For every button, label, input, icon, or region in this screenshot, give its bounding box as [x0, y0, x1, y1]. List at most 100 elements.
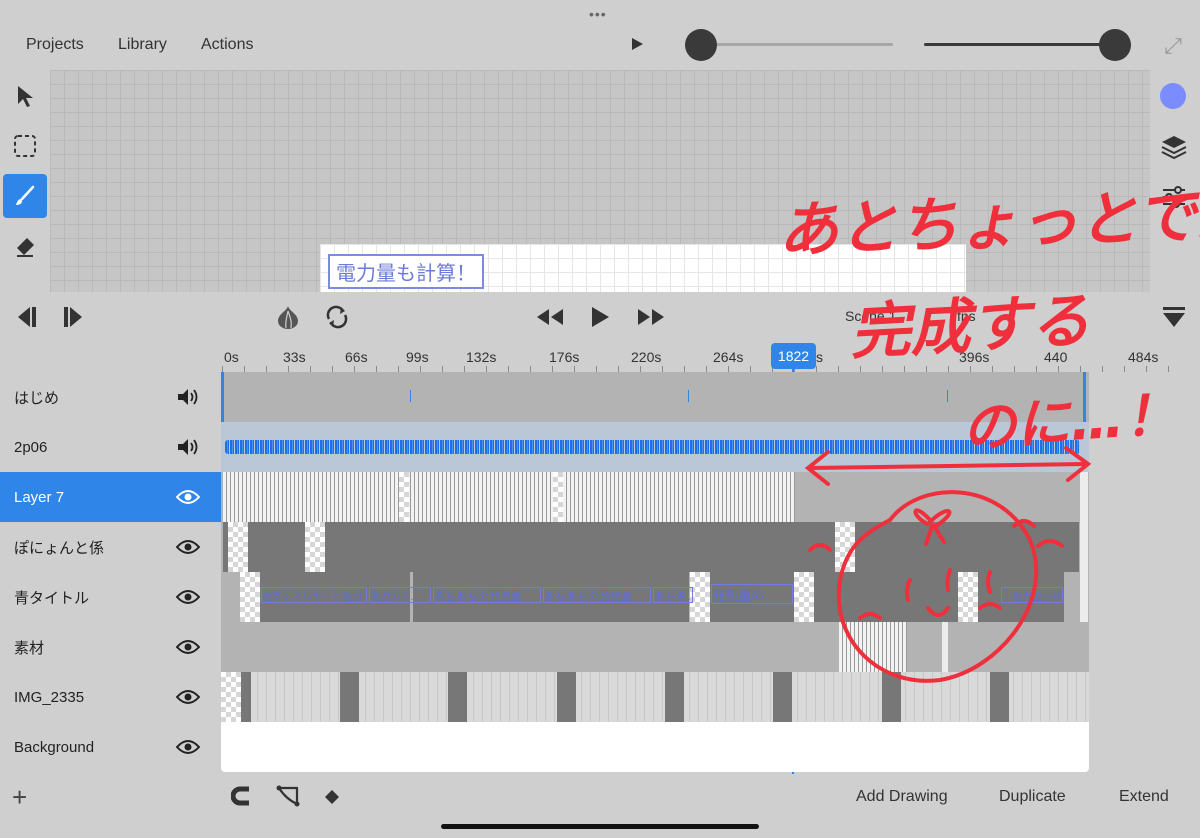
- playhead-badge[interactable]: 1822: [771, 343, 816, 369]
- keyframe-block: [448, 672, 467, 722]
- fast-forward-button[interactable]: [636, 300, 666, 334]
- keyframe-block: [340, 672, 359, 722]
- layer-name: 2p06: [14, 438, 48, 456]
- layer-name: はじめ: [14, 389, 60, 407]
- empty-frame: [305, 522, 325, 572]
- keyframe-block: [241, 672, 251, 722]
- audio-marker: [688, 390, 689, 402]
- keyframe-icon[interactable]: [324, 789, 340, 810]
- empty-frame: [240, 572, 260, 622]
- opacity-slider-track[interactable]: [924, 43, 1116, 46]
- speaker-icon[interactable]: [173, 437, 203, 457]
- audio-marker: [410, 390, 411, 402]
- select-icon[interactable]: [8, 79, 42, 113]
- ruler-tick: [1168, 366, 1169, 372]
- layer-name: Background: [14, 738, 95, 756]
- menu-actions[interactable]: Actions: [201, 36, 253, 54]
- title-thumb: あちあ…: [653, 587, 693, 603]
- onion-slider-track[interactable]: [700, 43, 893, 46]
- eye-icon[interactable]: [173, 539, 203, 555]
- eye-icon[interactable]: [173, 739, 203, 755]
- keyframe-block: [773, 672, 792, 722]
- layer-name: Layer 7: [14, 488, 65, 506]
- play-button[interactable]: [589, 300, 611, 334]
- ruler-label: s: [816, 349, 823, 365]
- ruler-label: 33s: [283, 349, 306, 365]
- title-thumb: あちあちの発熱量: [543, 587, 651, 603]
- canvas-title-text: 電力量も計算！: [328, 254, 484, 289]
- track-background[interactable]: [221, 722, 1089, 772]
- title-thumb: 発熱量の…: [711, 584, 793, 604]
- empty-frame: [553, 472, 563, 522]
- preview-play-icon[interactable]: [632, 38, 643, 50]
- drawing-frames[interactable]: [223, 472, 795, 522]
- layer-row-img-2335[interactable]: IMG_2335: [0, 672, 221, 722]
- speaker-icon[interactable]: [173, 387, 203, 407]
- empty-frame: [221, 672, 241, 722]
- eraser-icon[interactable]: [8, 230, 42, 264]
- title-thumb: あちあちの発熱量: [433, 587, 541, 603]
- empty-frame: [399, 472, 409, 522]
- brush-icon[interactable]: [3, 174, 47, 218]
- menu-library[interactable]: Library: [118, 36, 167, 54]
- add-layer-icon[interactable]: +: [12, 784, 27, 810]
- menu-projects[interactable]: Projects: [26, 36, 84, 54]
- layer-row-hajime[interactable]: はじめ: [0, 372, 221, 422]
- ruler-label: 484s: [1128, 349, 1159, 365]
- handwritten-line-2: 完成する: [848, 285, 1092, 369]
- layer-row-blue-title[interactable]: 青タイトル: [0, 572, 221, 622]
- layer-name: 素材: [14, 639, 45, 657]
- ruler-label: 0s: [224, 349, 239, 365]
- step-forward-button[interactable]: [62, 300, 90, 334]
- duplicate-button[interactable]: Duplicate: [999, 788, 1066, 806]
- layer-row-2p06[interactable]: 2p06: [0, 422, 221, 472]
- layer-name: 青タイトル: [14, 589, 90, 607]
- ruler-label: 264s: [713, 349, 744, 365]
- marquee-icon[interactable]: [8, 129, 42, 163]
- layer-name: ぽにょんと係: [14, 539, 105, 557]
- expand-icon[interactable]: ⤢: [1161, 34, 1185, 58]
- opacity-slider-knob[interactable]: [1099, 29, 1131, 61]
- timeline-menu-icon[interactable]: [1161, 304, 1187, 335]
- onion-skin-icon[interactable]: [274, 300, 302, 334]
- title-thumb: 電気エネルギーと電力: [261, 587, 367, 603]
- layer-row-ponyon[interactable]: ぽにょんと係: [0, 522, 221, 572]
- home-indicator[interactable]: [441, 824, 759, 829]
- eye-icon[interactable]: [173, 639, 203, 655]
- extend-button[interactable]: Extend: [1119, 788, 1169, 806]
- ruler-label: 132s: [466, 349, 497, 365]
- layers-icon[interactable]: [1160, 133, 1188, 161]
- eye-icon[interactable]: [173, 489, 203, 505]
- add-drawing-button[interactable]: Add Drawing: [856, 788, 948, 806]
- path-icon[interactable]: [276, 785, 300, 812]
- eye-icon[interactable]: [173, 689, 203, 705]
- step-back-button[interactable]: [10, 300, 38, 334]
- layer-row-sozai[interactable]: 素材: [0, 622, 221, 672]
- magnet-icon[interactable]: [230, 786, 253, 811]
- ruler-tick: [1124, 366, 1125, 372]
- color-swatch[interactable]: [1160, 83, 1186, 109]
- onion-slider-knob[interactable]: [685, 29, 717, 61]
- title-thumb: 電力エネ…: [369, 587, 431, 603]
- audio-marker: [947, 390, 948, 402]
- audio-marker: [221, 372, 224, 422]
- rewind-button[interactable]: [535, 300, 565, 334]
- ruler-label: 220s: [631, 349, 662, 365]
- empty-frame: [228, 522, 248, 572]
- loop-icon[interactable]: [323, 300, 351, 334]
- layer-row-layer-7[interactable]: Layer 7: [0, 472, 221, 522]
- layer-row-background[interactable]: Background: [0, 722, 221, 772]
- empty-frame: [690, 572, 710, 622]
- ruler-tick: [1146, 366, 1147, 372]
- keyframe-block: [665, 672, 684, 722]
- track-hajime[interactable]: [221, 372, 1089, 422]
- ruler-label: 176s: [549, 349, 580, 365]
- ruler-label: 99s: [406, 349, 429, 365]
- handwritten-doodle: [804, 446, 1092, 683]
- window-grip[interactable]: •••: [589, 6, 607, 22]
- layer-name: IMG_2335: [14, 688, 85, 706]
- eye-icon[interactable]: [173, 589, 203, 605]
- keyframe-block: [557, 672, 576, 722]
- ruler-tick: [1102, 366, 1103, 372]
- ruler-label: 66s: [345, 349, 368, 365]
